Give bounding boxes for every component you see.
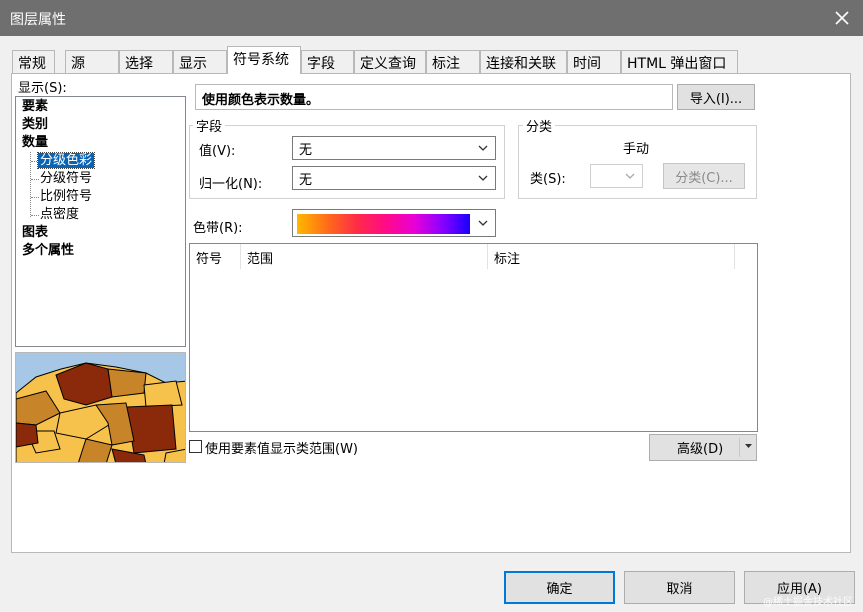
chevron-down-icon [478, 175, 488, 181]
tab-html-popup[interactable]: HTML 弹出窗口 [621, 50, 738, 73]
cancel-button[interactable]: 取消 [624, 571, 735, 604]
tree-item-proportional-symbols[interactable]: 比例符号 [40, 188, 92, 206]
normalize-field-text: 无 [299, 172, 313, 188]
color-ramp-label: 色带(R): [193, 221, 243, 236]
watermark: @稀土掘金技术社区 [763, 597, 853, 608]
window-title: 图层属性 [10, 12, 66, 28]
tree-item-features[interactable]: 要素 [22, 98, 48, 116]
chevron-down-icon [478, 220, 488, 226]
tree-item-categories[interactable]: 类别 [22, 116, 48, 134]
column-header-label[interactable]: 标注 [488, 244, 735, 269]
close-icon [835, 11, 849, 25]
tree-item-dot-density[interactable]: 点密度 [40, 206, 79, 224]
import-button[interactable]: 导入(I)... [677, 84, 755, 110]
advanced-button[interactable]: 高级(D) [649, 434, 757, 461]
tree-item-graduated-colors[interactable]: 分级色彩 [36, 152, 96, 170]
tab-labels[interactable]: 标注 [426, 50, 480, 73]
value-field-select[interactable]: 无 [292, 136, 496, 160]
normalize-label: 归一化(N): [199, 177, 263, 192]
color-ramp-select[interactable] [292, 209, 496, 237]
tab-symbology[interactable]: 符号系统 [227, 46, 301, 74]
show-label: 显示(S): [18, 81, 67, 96]
tab-display[interactable]: 显示 [173, 50, 227, 73]
tree-connector [31, 215, 39, 216]
classes-select[interactable] [590, 164, 643, 188]
tree-item-multiple-attributes[interactable]: 多个属性 [22, 242, 74, 260]
tab-selection[interactable]: 选择 [119, 50, 173, 73]
tab-definition-query[interactable]: 定义查询 [354, 50, 426, 73]
classes-label: 类(S): [530, 172, 566, 187]
column-header-range[interactable]: 范围 [241, 244, 488, 269]
normalize-field-select[interactable]: 无 [292, 166, 496, 190]
title-bar: 图层属性 [0, 0, 863, 36]
advanced-button-label: 高级(D) [677, 442, 724, 457]
split-divider [739, 438, 740, 457]
feature-values-checkbox[interactable] [189, 440, 202, 453]
map-illustration [16, 353, 185, 462]
renderer-description: 使用颜色表示数量。 [195, 84, 673, 110]
tab-source[interactable]: 源 [65, 50, 119, 73]
tab-joins-relates[interactable]: 连接和关联 [480, 50, 567, 73]
tree-item-graduated-symbols[interactable]: 分级符号 [40, 170, 92, 188]
chevron-down-icon [625, 173, 635, 179]
classify-button[interactable]: 分类(C)... [663, 163, 745, 189]
chevron-down-icon [478, 145, 488, 151]
classification-method: 手动 [623, 142, 650, 157]
tree-connector [31, 197, 39, 198]
tab-time[interactable]: 时间 [567, 50, 621, 73]
column-header-symbol[interactable]: 符号 [190, 244, 241, 269]
field-group-title: 字段 [193, 116, 226, 135]
preview-map-image [15, 352, 186, 463]
value-field-text: 无 [299, 142, 313, 158]
tree-item-charts[interactable]: 图表 [22, 224, 48, 242]
close-button[interactable] [827, 4, 857, 32]
feature-values-label: 使用要素值显示类范围(W) [205, 442, 358, 457]
tree-connector [31, 179, 39, 180]
caret-down-icon [745, 444, 752, 448]
value-label: 值(V): [199, 144, 236, 159]
ok-button[interactable]: 确定 [504, 571, 615, 604]
tab-general[interactable]: 常规 [12, 50, 55, 73]
color-ramp-swatch [297, 214, 470, 234]
renderer-tree[interactable]: 要素 类别 数量 分级色彩 分级符号 比例符号 点密度 图表 多个属性 [15, 96, 186, 347]
class-symbol-table[interactable]: 符号 范围 标注 [189, 243, 758, 432]
tab-fields[interactable]: 字段 [301, 50, 354, 73]
tree-item-quantities[interactable]: 数量 [22, 134, 48, 152]
classification-group-title: 分类 [523, 116, 556, 135]
